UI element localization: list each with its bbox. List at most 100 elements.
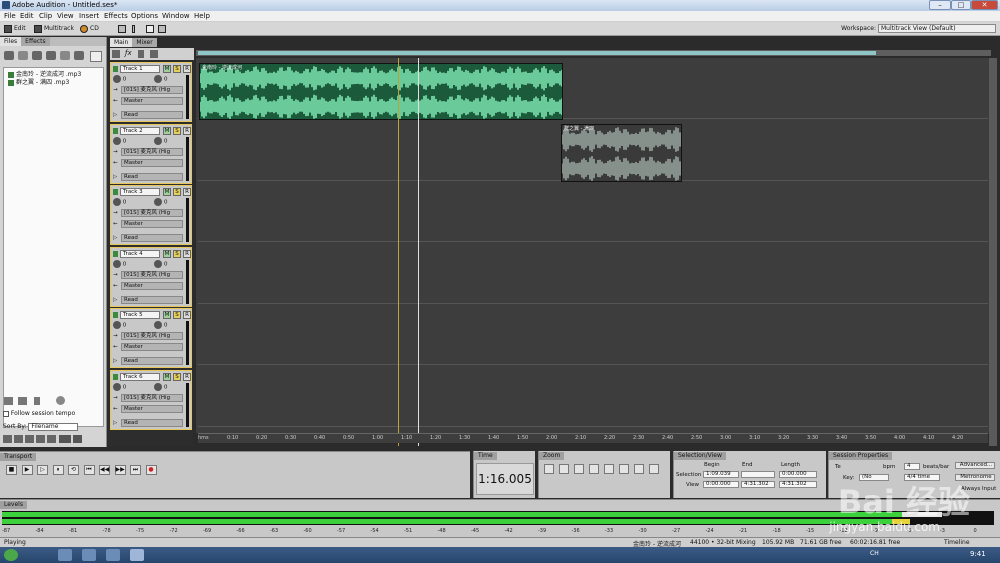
sort-by-dropdown[interactable]: Filename bbox=[28, 423, 79, 431]
output-dropdown[interactable]: Master bbox=[121, 281, 183, 290]
pan-knob[interactable] bbox=[154, 382, 163, 391]
menu-clip[interactable]: Clip bbox=[39, 12, 52, 20]
output-dropdown[interactable]: Master bbox=[121, 97, 183, 105]
pan-knob[interactable] bbox=[154, 259, 163, 268]
maximize-button[interactable]: □ bbox=[951, 0, 971, 10]
input-dropdown[interactable]: [01S] 麦克风 (Hig bbox=[121, 147, 183, 156]
record-arm-button[interactable]: R bbox=[183, 249, 191, 258]
automation-expand-icon[interactable]: ▷ bbox=[113, 357, 117, 365]
input-dropdown[interactable]: [01S] 麦克风 (Hig bbox=[121, 332, 183, 340]
scrub-tool-button[interactable] bbox=[158, 24, 168, 34]
start-marker[interactable] bbox=[398, 58, 399, 446]
play-file-icon[interactable] bbox=[74, 51, 84, 60]
track-lane[interactable] bbox=[198, 304, 988, 365]
selection-begin-field[interactable]: 1:09.039 bbox=[703, 471, 739, 478]
volume-knob[interactable] bbox=[113, 75, 121, 83]
volume-knob[interactable] bbox=[113, 259, 121, 268]
selection-end-field[interactable] bbox=[741, 471, 775, 478]
go-to-start-button[interactable]: ⏮ bbox=[83, 465, 95, 475]
audio-clip[interactable]: 群之翼 - 满四 bbox=[561, 124, 682, 182]
automation-mode-dropdown[interactable]: Read bbox=[121, 418, 183, 427]
track-lane[interactable] bbox=[198, 181, 988, 242]
track-name-field[interactable]: Track 3 bbox=[120, 188, 160, 196]
folder-open-icon[interactable] bbox=[73, 435, 82, 443]
follow-tempo-checkbox[interactable] bbox=[3, 410, 9, 417]
show-loops-icon[interactable] bbox=[36, 435, 45, 443]
time-selection-tool-button[interactable] bbox=[132, 24, 137, 34]
record-arm-button[interactable]: R bbox=[183, 126, 191, 135]
io-icon[interactable] bbox=[112, 50, 120, 58]
zoom-in-right-icon[interactable] bbox=[604, 464, 614, 474]
record-arm-button[interactable]: R bbox=[183, 65, 191, 73]
multitrack-view-button[interactable]: Multitrack bbox=[34, 24, 74, 34]
menu-insert[interactable]: Insert bbox=[79, 12, 99, 20]
pan-knob[interactable] bbox=[154, 75, 163, 83]
zoom-in-left-icon[interactable] bbox=[589, 464, 599, 474]
zoom-selection-icon[interactable] bbox=[619, 464, 629, 474]
show-audio-icon[interactable] bbox=[3, 435, 12, 443]
input-dropdown[interactable]: [01S] 麦克风 (Hig bbox=[121, 270, 183, 279]
automation-expand-icon[interactable]: ▷ bbox=[113, 419, 117, 427]
time-ruler[interactable]: hms 0:10 0:20 0:30 0:40 0:50 1:00 1:10 1:20 1:30 1… bbox=[198, 433, 988, 443]
output-dropdown[interactable]: Master bbox=[121, 220, 183, 228]
automation-mode-dropdown[interactable]: Read bbox=[121, 295, 183, 304]
language-indicator[interactable]: CH bbox=[870, 550, 879, 557]
show-cue-icon[interactable] bbox=[47, 435, 56, 443]
workspace-dropdown[interactable]: Multitrack View (Default) bbox=[878, 24, 996, 33]
solo-button[interactable]: S bbox=[173, 311, 181, 319]
insert-cd-icon[interactable] bbox=[60, 51, 70, 60]
pan-knob[interactable] bbox=[154, 321, 163, 329]
taskbar-audition-icon[interactable] bbox=[130, 549, 144, 561]
preview-volume-knob[interactable] bbox=[56, 396, 65, 405]
menu-help[interactable]: Help bbox=[194, 12, 210, 20]
track-lane[interactable] bbox=[198, 366, 988, 427]
zoom-out-vertical-icon[interactable] bbox=[649, 464, 659, 474]
automation-expand-icon[interactable]: ▷ bbox=[113, 111, 117, 119]
selection-length-field[interactable]: 0:00.000 bbox=[779, 471, 817, 478]
pan-knob[interactable] bbox=[154, 198, 163, 206]
zoom-in-horizontal-icon[interactable] bbox=[544, 464, 554, 474]
volume-knob[interactable] bbox=[113, 321, 121, 329]
record-arm-button[interactable]: R bbox=[183, 188, 191, 196]
workspace-selector[interactable]: Workspace: Multitrack View (Default) bbox=[841, 24, 996, 34]
solo-button[interactable]: S bbox=[173, 65, 181, 73]
autoplay-icon[interactable] bbox=[34, 397, 40, 405]
fast-forward-button[interactable]: ▶▶ bbox=[114, 465, 126, 475]
sends-icon[interactable] bbox=[138, 50, 144, 58]
output-dropdown[interactable]: Master bbox=[121, 158, 183, 167]
mute-button[interactable]: M bbox=[163, 126, 171, 135]
follow-tempo-row[interactable]: Follow session tempo bbox=[3, 410, 75, 417]
file-options-icon[interactable] bbox=[90, 51, 102, 62]
insert-multitrack-icon[interactable] bbox=[46, 51, 56, 60]
menu-effects[interactable]: Effects bbox=[104, 12, 128, 20]
playhead[interactable] bbox=[418, 58, 419, 446]
multitrack-timeline[interactable]: 金南玲 - 逆流成河 群之翼 - 满四 bbox=[196, 58, 989, 433]
view-end-field[interactable]: 4:31.302 bbox=[741, 481, 775, 488]
track-name-field[interactable]: Track 5 bbox=[120, 311, 160, 319]
import-file-icon[interactable] bbox=[4, 51, 14, 60]
solo-button[interactable]: S bbox=[173, 249, 181, 258]
automation-mode-dropdown[interactable]: Read bbox=[121, 172, 183, 181]
stop-button[interactable]: ■ bbox=[6, 465, 17, 475]
automation-mode-dropdown[interactable]: Read bbox=[121, 234, 183, 242]
record-button[interactable]: ● bbox=[145, 465, 157, 475]
start-orb-icon[interactable] bbox=[4, 549, 18, 561]
volume-knob[interactable] bbox=[113, 382, 121, 391]
automation-expand-icon[interactable]: ▷ bbox=[113, 296, 117, 304]
tab-main[interactable]: Main bbox=[110, 38, 133, 47]
volume-knob[interactable] bbox=[113, 198, 121, 206]
show-midi-icon[interactable] bbox=[14, 435, 23, 443]
audio-clip[interactable]: 金南玲 - 逆流成河 bbox=[199, 63, 563, 120]
session-overview[interactable] bbox=[196, 50, 991, 56]
close-button[interactable]: ✕ bbox=[971, 0, 998, 10]
output-dropdown[interactable]: Master bbox=[121, 343, 183, 351]
track-name-field[interactable]: Track 4 bbox=[120, 249, 160, 258]
overview-range[interactable] bbox=[198, 51, 876, 55]
automation-mode-dropdown[interactable]: Read bbox=[121, 357, 183, 365]
mute-button[interactable]: M bbox=[163, 372, 171, 381]
zoom-in-vertical-icon[interactable] bbox=[634, 464, 644, 474]
taskbar-explorer-icon[interactable] bbox=[82, 549, 96, 561]
record-arm-button[interactable]: R bbox=[183, 372, 191, 381]
input-dropdown[interactable]: [01S] 麦克风 (Hig bbox=[121, 393, 183, 402]
solo-button[interactable]: S bbox=[173, 188, 181, 196]
